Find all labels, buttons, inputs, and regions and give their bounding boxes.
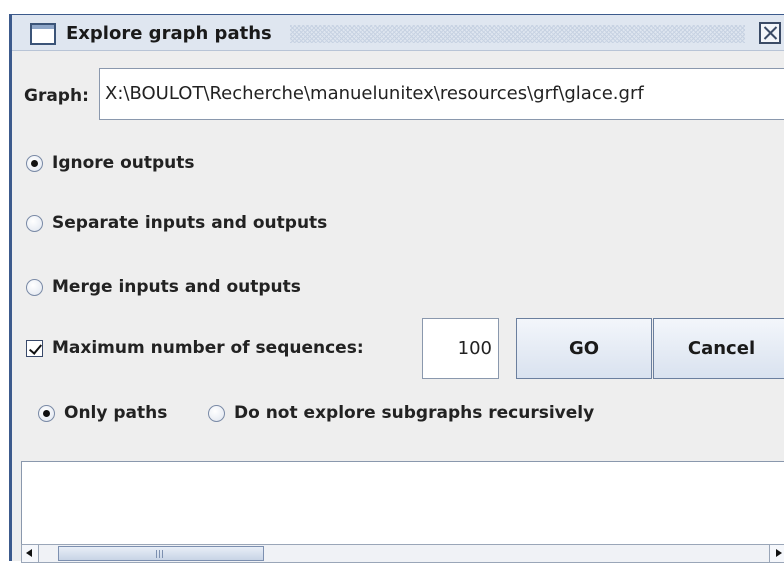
radio-label: Do not explore subgraphs recursively	[234, 403, 595, 423]
radio-only-paths[interactable]: Only paths	[38, 403, 167, 423]
screen: Explore graph paths Graph: X:\BOULOT\Rec…	[0, 0, 784, 563]
cancel-button[interactable]: Cancel	[653, 318, 784, 379]
radio-merge-inputs-outputs[interactable]: Merge inputs and outputs	[26, 277, 301, 297]
checkbox-checked-icon[interactable]	[26, 339, 43, 357]
radio-do-not-explore-subgraphs[interactable]: Do not explore subgraphs recursively	[208, 403, 594, 423]
window-title: Explore graph paths	[66, 23, 272, 44]
radio-separate-inputs-outputs[interactable]: Separate inputs and outputs	[26, 213, 327, 233]
radio-ignore-outputs[interactable]: Ignore outputs	[26, 153, 195, 173]
max-sequences-input[interactable]: 100	[422, 318, 499, 379]
scrollbar-thumb[interactable]	[58, 546, 264, 561]
radio-label: Ignore outputs	[52, 153, 195, 173]
max-sequences-label: Maximum number of sequences:	[52, 338, 364, 358]
results-text-area[interactable]	[21, 461, 784, 544]
radio-unselected-icon[interactable]	[208, 404, 225, 422]
title-bar-grip	[290, 25, 745, 43]
go-button[interactable]: GO	[516, 318, 652, 379]
scroll-left-arrow-icon[interactable]	[22, 545, 39, 562]
radio-selected-icon[interactable]	[38, 404, 55, 422]
scroll-right-arrow-icon[interactable]	[769, 545, 784, 562]
window-icon	[30, 23, 56, 45]
radio-selected-icon[interactable]	[26, 154, 43, 172]
explore-graph-paths-dialog: Explore graph paths Graph: X:\BOULOT\Rec…	[9, 14, 784, 563]
graph-label: Graph:	[24, 86, 89, 106]
radio-label: Only paths	[64, 403, 168, 423]
max-sequences-checkbox-row[interactable]: Maximum number of sequences:	[26, 338, 364, 358]
title-bar[interactable]: Explore graph paths	[12, 15, 784, 51]
radio-unselected-icon[interactable]	[26, 214, 43, 232]
radio-unselected-icon[interactable]	[26, 278, 43, 296]
thumb-grip-icon	[156, 550, 164, 558]
graph-path-input[interactable]: X:\BOULOT\Recherche\manuelunitex\resourc…	[99, 68, 784, 120]
horizontal-scrollbar[interactable]	[21, 544, 784, 563]
close-icon[interactable]	[759, 22, 781, 44]
radio-label: Separate inputs and outputs	[52, 213, 328, 233]
radio-label: Merge inputs and outputs	[52, 277, 301, 297]
